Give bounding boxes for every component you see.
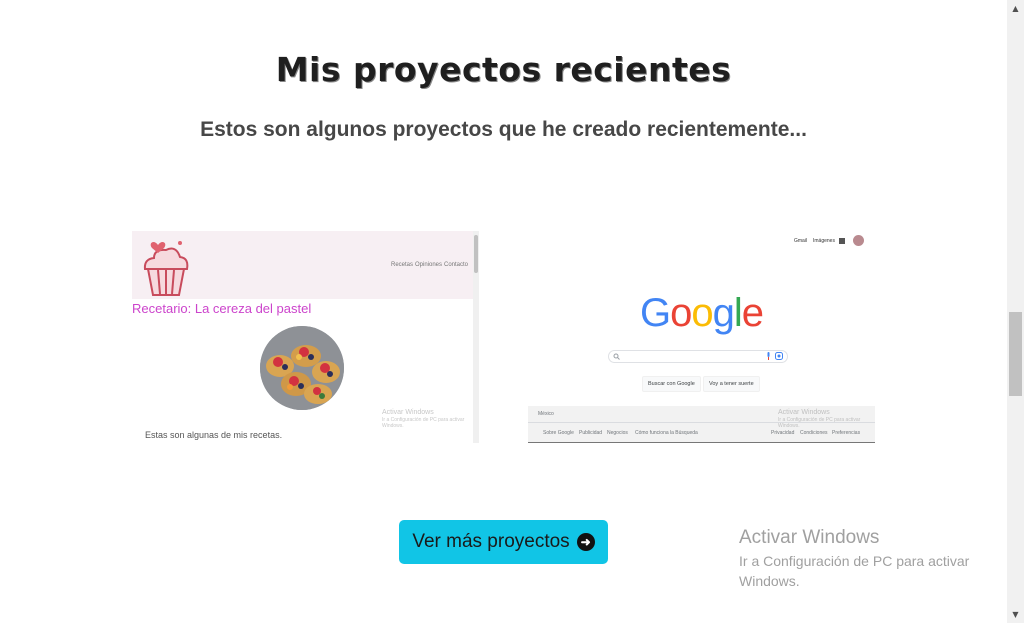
recetario-scrollbar[interactable]: [473, 231, 479, 443]
recetario-nav-contacto[interactable]: Contacto: [444, 262, 468, 268]
view-more-projects-label: Ver más proyectos: [412, 531, 570, 552]
fruit-tarts-image: [260, 326, 344, 410]
google-footer: México Sobre Google Publicidad Negocios …: [528, 406, 875, 443]
google-logo-letter: l: [733, 291, 743, 335]
footer-link-terms[interactable]: Condiciones: [800, 430, 828, 436]
arrow-right-circle-icon: ➜: [576, 533, 595, 551]
google-watermark-body: Ir a Configuración de PC para activar Wi…: [778, 417, 861, 429]
recetario-text: Estas son algunas de mis recetas.: [145, 430, 283, 440]
avatar[interactable]: [853, 235, 864, 246]
google-logo-letter: G: [639, 291, 671, 335]
google-logo-letter: e: [741, 291, 764, 335]
recetario-header: Recetas Opiniones Contacto: [132, 231, 473, 299]
apps-grid-icon[interactable]: [839, 238, 845, 244]
google-footer-country: México: [538, 411, 554, 417]
recetario-nav-recetas[interactable]: Recetas: [391, 262, 413, 268]
recetario-windows-watermark: Activar Windows Ir a Configuración de PC…: [382, 409, 472, 429]
view-more-projects-button[interactable]: Ver más proyectos ➜: [399, 520, 608, 564]
google-search-input[interactable]: [608, 350, 788, 363]
cupcake-logo-icon: [143, 241, 189, 296]
windows-activation-title: Activar Windows: [739, 527, 880, 548]
google-watermark-title: Activar Windows: [778, 409, 830, 416]
page: Mis proyectos recientes Estos son alguno…: [0, 0, 1007, 623]
recetario-watermark-body: Ir a Configuración de PC para activar Wi…: [382, 417, 465, 430]
recetario-heading: Recetario: La cereza del pastel: [132, 301, 312, 316]
section-subtitle: Estos son algunos proyectos que he cread…: [200, 118, 807, 141]
project-card-recetario[interactable]: Recetas Opiniones Contacto Recetario: La…: [132, 231, 479, 443]
footer-link-advertising[interactable]: Publicidad: [579, 430, 602, 436]
scroll-up-arrow-icon[interactable]: ▲: [1007, 0, 1024, 17]
google-search-button[interactable]: Buscar con Google: [642, 376, 701, 392]
recetario-watermark-title: Activar Windows: [382, 409, 434, 416]
camera-lens-icon[interactable]: [775, 352, 783, 360]
footer-link-business[interactable]: Negocios: [607, 430, 628, 436]
recetario-nav-opiniones[interactable]: Opiniones: [415, 262, 442, 268]
microphone-icon[interactable]: [766, 352, 771, 360]
footer-link-settings[interactable]: Preferencias: [832, 430, 860, 436]
footer-link-about[interactable]: Sobre Google: [543, 430, 574, 436]
google-logo-letter: o: [670, 291, 692, 335]
google-gmail-link[interactable]: Gmail: [794, 238, 807, 244]
google-logo: Google: [528, 291, 875, 336]
section-title: Mis proyectos recientes: [275, 50, 732, 89]
footer-link-how-search-works[interactable]: Cómo funciona la Búsqueda: [635, 430, 698, 436]
project-card-google-clone[interactable]: Gmail Imágenes Google Buscar con Google …: [528, 231, 875, 443]
scroll-down-arrow-icon[interactable]: ▼: [1007, 606, 1024, 623]
google-images-link[interactable]: Imágenes: [813, 238, 835, 244]
google-logo-letter: o: [691, 291, 713, 335]
windows-activation-body: Ir a Configuración de PC para activar Wi…: [739, 553, 970, 589]
search-icon: [613, 353, 620, 360]
google-logo-letter: g: [712, 291, 735, 335]
footer-link-privacy[interactable]: Privacidad: [771, 430, 794, 436]
feeling-lucky-button[interactable]: Voy a tener suerte: [703, 376, 760, 392]
scrollbar-thumb[interactable]: [1009, 312, 1022, 396]
page-scrollbar[interactable]: ▲ ▼: [1007, 0, 1024, 623]
